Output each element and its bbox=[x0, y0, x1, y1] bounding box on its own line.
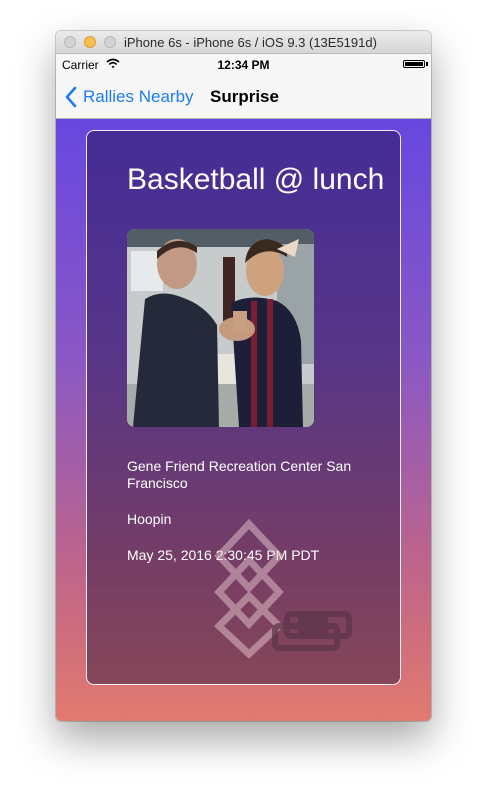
rally-detail-screen: Basketball @ lunch Gene Friend Recreatio… bbox=[56, 119, 431, 721]
chevron-left-icon bbox=[65, 86, 77, 108]
battery-icon bbox=[403, 60, 425, 68]
battery-tip bbox=[426, 62, 428, 66]
window-title: iPhone 6s - iPhone 6s / iOS 9.3 (13E5191… bbox=[124, 35, 377, 50]
close-button[interactable] bbox=[64, 36, 76, 48]
nav-title: Surprise bbox=[210, 87, 279, 106]
rally-location: Gene Friend Recreation Center San Franci… bbox=[127, 458, 352, 491]
back-label: Rallies Nearby bbox=[83, 87, 194, 106]
zoom-button[interactable] bbox=[104, 36, 116, 48]
rally-activity: Hoopin bbox=[127, 511, 172, 527]
rally-photo bbox=[127, 229, 314, 427]
window-titlebar: iPhone 6s - iPhone 6s / iOS 9.3 (13E5191… bbox=[56, 31, 431, 54]
simulator-window: iPhone 6s - iPhone 6s / iOS 9.3 (13E5191… bbox=[56, 31, 431, 721]
rally-title: Basketball @ lunch bbox=[127, 163, 385, 196]
status-bar: Carrier 12:34 PM bbox=[56, 54, 431, 74]
minimize-button[interactable] bbox=[84, 36, 96, 48]
rally-card: Basketball @ lunch Gene Friend Recreatio… bbox=[86, 130, 401, 685]
diamond-stack-logo bbox=[213, 518, 352, 659]
status-time: 12:34 PM bbox=[217, 58, 270, 72]
navigation-bar: Rallies Nearby Surprise bbox=[56, 74, 431, 119]
